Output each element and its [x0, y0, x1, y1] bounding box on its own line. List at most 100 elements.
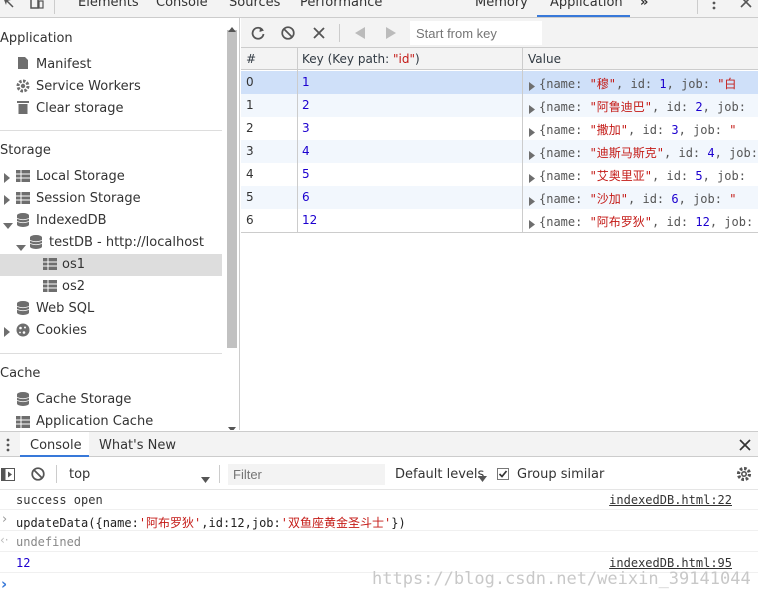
sidebar-header-application: Application: [0, 31, 73, 46]
sidebar-item-websql[interactable]: Web SQL: [36, 301, 94, 316]
group-similar-label: Group similar: [517, 467, 605, 482]
row-key: 3: [302, 121, 310, 135]
sidebar-item-cache-storage[interactable]: Cache Storage: [36, 392, 131, 407]
collapse-arrow-icon[interactable]: [3, 217, 13, 229]
drawer-tab-console[interactable]: Console: [30, 438, 82, 453]
group-similar-checkbox[interactable]: [497, 468, 509, 480]
console-settings-gear-icon[interactable]: [736, 466, 752, 482]
console-command: › updateData({name:'阿布罗狄',id:12,job:'双鱼座…: [0, 511, 758, 531]
column-header-key[interactable]: Key (Key path: "id"): [302, 52, 420, 66]
column-header-index[interactable]: #: [246, 52, 256, 66]
context-selector[interactable]: top: [69, 467, 90, 482]
expand-value-arrow-icon[interactable]: [529, 79, 535, 91]
console-prompt[interactable]: ›: [1, 575, 7, 593]
row-key: 5: [302, 167, 310, 181]
sidebar-item-service-workers[interactable]: Service Workers: [36, 79, 141, 94]
inspect-element-icon[interactable]: [2, 0, 16, 10]
sidebar-item-cookies[interactable]: Cookies: [36, 323, 87, 338]
column-header-value[interactable]: Value: [528, 52, 561, 66]
expand-value-arrow-icon[interactable]: [529, 125, 535, 137]
value-name: "撒加": [589, 123, 629, 137]
expand-value-arrow-icon[interactable]: [529, 148, 535, 160]
sidebar-toggle-icon[interactable]: [1, 468, 15, 481]
value-name: "沙加": [589, 192, 629, 206]
device-toolbar-icon[interactable]: [30, 0, 44, 10]
tab-memory[interactable]: Memory: [475, 0, 528, 10]
sidebar-item-os2[interactable]: os2: [62, 279, 85, 294]
row-index: 0: [246, 75, 254, 89]
row-key: 4: [302, 144, 310, 158]
expand-arrow-icon[interactable]: [4, 193, 10, 205]
sidebar-item-session-storage[interactable]: Session Storage: [36, 191, 141, 206]
expand-arrow-icon[interactable]: [4, 325, 10, 337]
table-bottom-border: [241, 232, 758, 233]
scroll-up-arrow-icon[interactable]: [228, 20, 236, 32]
tab-elements[interactable]: Elements: [78, 0, 139, 10]
dropdown-arrow-icon[interactable]: [478, 470, 487, 482]
table-row[interactable]: 5 6 {name: "沙加", id: 6, job: ": [241, 186, 758, 209]
collapse-arrow-icon[interactable]: [16, 239, 26, 251]
close-devtools-icon[interactable]: [740, 0, 752, 8]
command-job-arg: '双鱼座黄金圣斗士': [280, 516, 392, 530]
value-prefix: {name:: [539, 77, 590, 91]
value-id: 5: [695, 169, 703, 183]
table-row[interactable]: 6 12 {name: "阿布罗狄", id: 12, job:: [241, 209, 758, 232]
kebab-menu-icon[interactable]: [711, 0, 717, 10]
console-source-link[interactable]: indexedDB.html:22: [609, 493, 732, 507]
sidebar-item-application-cache[interactable]: Application Cache: [36, 414, 153, 429]
close-drawer-icon[interactable]: [739, 439, 751, 451]
column-divider: [522, 48, 523, 233]
more-tabs-button[interactable]: »: [640, 0, 648, 10]
expand-value-arrow-icon[interactable]: [529, 171, 535, 183]
table-row[interactable]: 0 1 {name: "穆", id: 1, job: "白: [241, 71, 758, 94]
row-value: {name: "撒加", id: 3, job: ": [539, 121, 757, 138]
table-row[interactable]: 2 3 {name: "撒加", id: 3, job: ": [241, 117, 758, 140]
sidebar-item-testdb[interactable]: testDB - http://localhost: [49, 235, 204, 250]
expand-value-arrow-icon[interactable]: [529, 102, 535, 114]
value-name: "阿鲁迪巴": [589, 100, 653, 114]
row-index: 5: [246, 190, 254, 204]
key-path-value: "id": [392, 52, 415, 66]
sidebar-item-local-storage[interactable]: Local Storage: [36, 169, 125, 184]
console-source-link[interactable]: indexedDB.html:95: [609, 556, 732, 570]
tab-performance[interactable]: Performance: [300, 0, 382, 10]
clear-console-icon[interactable]: [31, 467, 45, 481]
value-prefix: {name:: [539, 215, 590, 229]
value-id-label: , id:: [628, 192, 672, 206]
expand-value-arrow-icon[interactable]: [529, 194, 535, 206]
expand-arrow-icon[interactable]: [4, 171, 10, 183]
default-levels-dropdown[interactable]: Default levels: [395, 467, 484, 482]
command-chevron-icon: ›: [2, 512, 8, 527]
clear-icon[interactable]: [281, 26, 295, 40]
dropdown-arrow-icon[interactable]: [201, 471, 210, 483]
devtools-tab-bar: Elements Console Sources Performance Mem…: [0, 0, 758, 18]
expand-value-arrow-icon[interactable]: [529, 217, 535, 229]
delete-selected-icon[interactable]: [313, 27, 325, 39]
table-row[interactable]: 1 2 {name: "阿鲁迪巴", id: 2, job:: [241, 94, 758, 117]
sidebar-header-cache: Cache: [0, 366, 41, 381]
tab-sources[interactable]: Sources: [229, 0, 280, 10]
sidebar-item-os1[interactable]: os1: [62, 257, 85, 272]
table-row[interactable]: 3 4 {name: "迪斯马斯克", id: 4, job:: [241, 140, 758, 163]
start-from-key-input[interactable]: [410, 21, 542, 45]
drawer-tab-whats-new[interactable]: What's New: [99, 438, 176, 453]
scroll-down-arrow-icon[interactable]: [228, 420, 236, 430]
sidebar-scrollbar-thumb[interactable]: [227, 30, 237, 348]
sidebar-item-clear-storage[interactable]: Clear storage: [36, 101, 124, 116]
row-value: {name: "阿布罗狄", id: 12, job:: [539, 213, 757, 230]
table-row[interactable]: 4 5 {name: "艾奥里亚", id: 5, job:: [241, 163, 758, 186]
console-filter-input[interactable]: [228, 464, 385, 485]
tab-console[interactable]: Console: [156, 0, 208, 10]
console-message-text: 12: [16, 556, 31, 570]
console-message-text: success open: [16, 493, 103, 507]
next-page-icon[interactable]: [386, 27, 396, 39]
sidebar-item-manifest[interactable]: Manifest: [36, 57, 91, 72]
previous-page-icon[interactable]: [355, 27, 365, 39]
watermark: https://blog.csdn.net/weixin_39141044: [372, 569, 751, 589]
refresh-icon[interactable]: [251, 26, 265, 40]
drawer-menu-icon[interactable]: [6, 438, 10, 452]
indexeddb-toolbar: [241, 18, 758, 48]
tab-application[interactable]: Application: [550, 0, 623, 10]
grid-icon: [16, 192, 30, 204]
sidebar-item-indexeddb[interactable]: IndexedDB: [36, 213, 107, 228]
